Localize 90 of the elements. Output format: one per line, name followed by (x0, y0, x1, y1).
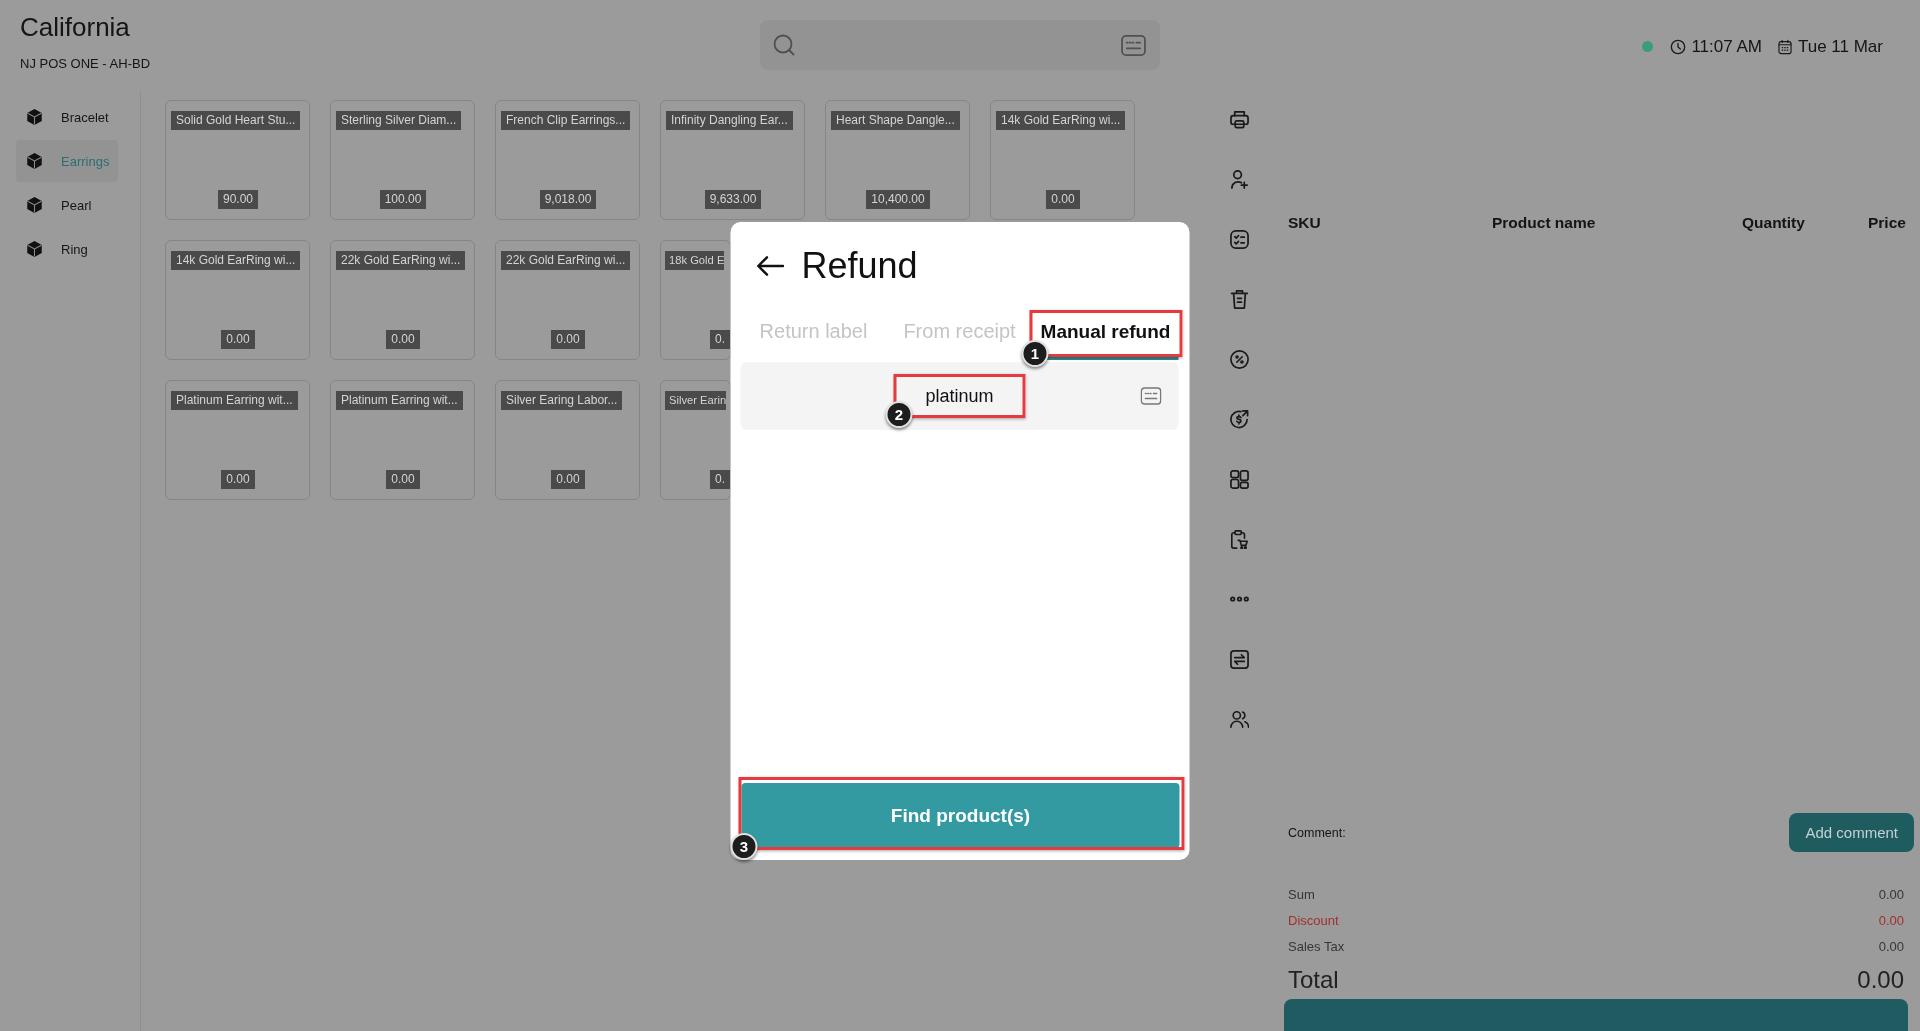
keyboard-icon[interactable] (1140, 387, 1162, 405)
product-card[interactable]: Platinum Earring wit... 0.00 (165, 380, 310, 500)
product-name: Heart Shape Dangle... (831, 111, 960, 130)
product-name: Platinum Earring wit... (171, 391, 298, 410)
step-number: 1 (1021, 340, 1049, 367)
product-name: Platinum Earring wit... (336, 391, 463, 410)
product-card[interactable]: 22k Gold EarRing wi... 0.00 (330, 240, 475, 360)
dialog-title: Refund (801, 244, 918, 288)
keyboard-icon[interactable] (1121, 34, 1146, 56)
summary-value: 0.00 (1878, 938, 1904, 956)
product-price: 0.00 (221, 330, 255, 349)
date-text: Tue 11 Mar (1797, 36, 1883, 58)
product-price: 0.00 (386, 330, 420, 349)
product-name: 22k Gold EarRing wi... (336, 251, 466, 270)
product-name: 14k Gold EarRing wi... (996, 111, 1126, 130)
product-price: 100.00 (379, 190, 427, 209)
category-item[interactable]: Ring (16, 228, 118, 270)
product-card[interactable]: Sterling Silver Diam... 100.00 (330, 100, 475, 220)
swap-icon (1229, 649, 1249, 669)
step-number: 3 (730, 833, 758, 860)
summary-value: 0.00 (1878, 886, 1904, 904)
product-price: 9,633.00 (704, 190, 762, 209)
product-name: French Clip Earrings... (501, 111, 631, 130)
product-name: 22k Gold EarRing wi... (501, 251, 631, 270)
column-header: SKU (1288, 213, 1321, 233)
product-name: Sterling Silver Diam... (336, 111, 462, 130)
time-text: 11:07 AM (1691, 36, 1762, 58)
product-card[interactable]: Infinity Dangling Ear... 9,633.00 (660, 100, 805, 220)
user-add-icon (1229, 169, 1249, 189)
product-card[interactable]: 18k Gold E 0. (660, 240, 731, 360)
product-card[interactable]: 22k Gold EarRing wi... 0.00 (495, 240, 640, 360)
register-name: NJ POS ONE - AH-BD (20, 56, 151, 72)
product-price: 0.00 (1046, 190, 1080, 209)
clock-icon (1670, 39, 1687, 55)
product-name: Silver Earin (665, 391, 727, 410)
back-arrow-icon[interactable] (756, 255, 785, 277)
trash-icon (1229, 289, 1249, 309)
product-card[interactable]: 14k Gold EarRing wi... 0.00 (165, 240, 310, 360)
add-comment-button[interactable]: Add comment (1789, 813, 1914, 852)
product-name: Silver Earing Labor... (501, 391, 623, 410)
product-card[interactable]: French Clip Earrings... 9,018.00 (495, 100, 640, 220)
product-price: 0.00 (386, 470, 420, 489)
cube-icon (27, 241, 42, 257)
total-value: 0.00 (1857, 966, 1904, 994)
product-price: 0.00 (221, 470, 255, 489)
summary-label: Discount (1288, 912, 1339, 930)
summary-value: 0.00 (1878, 912, 1904, 930)
summary-label: Sales Tax (1288, 938, 1345, 956)
product-price: 9,018.00 (539, 190, 597, 209)
comment-label: Comment: (1288, 825, 1346, 840)
summary-label: Sum (1288, 886, 1315, 904)
clipboard-cart-icon (1229, 529, 1249, 549)
product-card[interactable]: Heart Shape Dangle... 10,400.00 (825, 100, 970, 220)
product-name: 18k Gold E (665, 251, 725, 270)
product-card[interactable]: 14k Gold EarRing wi... 0.00 (990, 100, 1135, 220)
product-price: 0.00 (551, 330, 585, 349)
cube-icon (27, 109, 42, 125)
product-name: 14k Gold EarRing wi... (171, 251, 301, 270)
product-card[interactable]: Solid Gold Heart Stu... 90.00 (165, 100, 310, 220)
product-price: 0.00 (551, 470, 585, 489)
product-price: 90.00 (218, 190, 258, 209)
category-item[interactable]: Bracelet (16, 96, 118, 138)
percent-icon (1229, 349, 1249, 369)
category-item[interactable]: Pearl (16, 184, 118, 226)
product-name: Solid Gold Heart Stu... (171, 111, 301, 130)
dollar-coin-icon (1229, 409, 1249, 429)
input-field[interactable]: platinum 2 (740, 362, 1179, 430)
search-field[interactable] (760, 20, 1160, 70)
product-price: 0. (710, 470, 730, 489)
column-header: Product name (1492, 213, 1596, 233)
total-label: Total (1288, 966, 1339, 994)
search-icon (773, 34, 795, 56)
printer-icon (1229, 109, 1249, 129)
cube-icon (27, 197, 42, 213)
column-header: Price (1868, 213, 1906, 233)
step-number: 2 (885, 401, 913, 428)
store-name: California (20, 12, 130, 42)
product-price: 0. (710, 330, 730, 349)
product-name: Infinity Dangling Ear... (666, 111, 793, 130)
product-card[interactable]: Silver Earin 0. (660, 380, 731, 500)
dashboard-icon (1229, 469, 1249, 489)
product-price: 10,400.00 (866, 190, 930, 209)
more-icon (1229, 596, 1249, 602)
calendar-icon (1777, 39, 1792, 55)
checklist-icon (1229, 229, 1249, 249)
column-header: Quantity (1742, 213, 1805, 233)
product-card[interactable]: Platinum Earring wit... 0.00 (330, 380, 475, 500)
cube-icon (27, 153, 42, 169)
users-icon (1229, 709, 1249, 729)
product-card[interactable]: Silver Earing Labor... 0.00 (495, 380, 640, 500)
